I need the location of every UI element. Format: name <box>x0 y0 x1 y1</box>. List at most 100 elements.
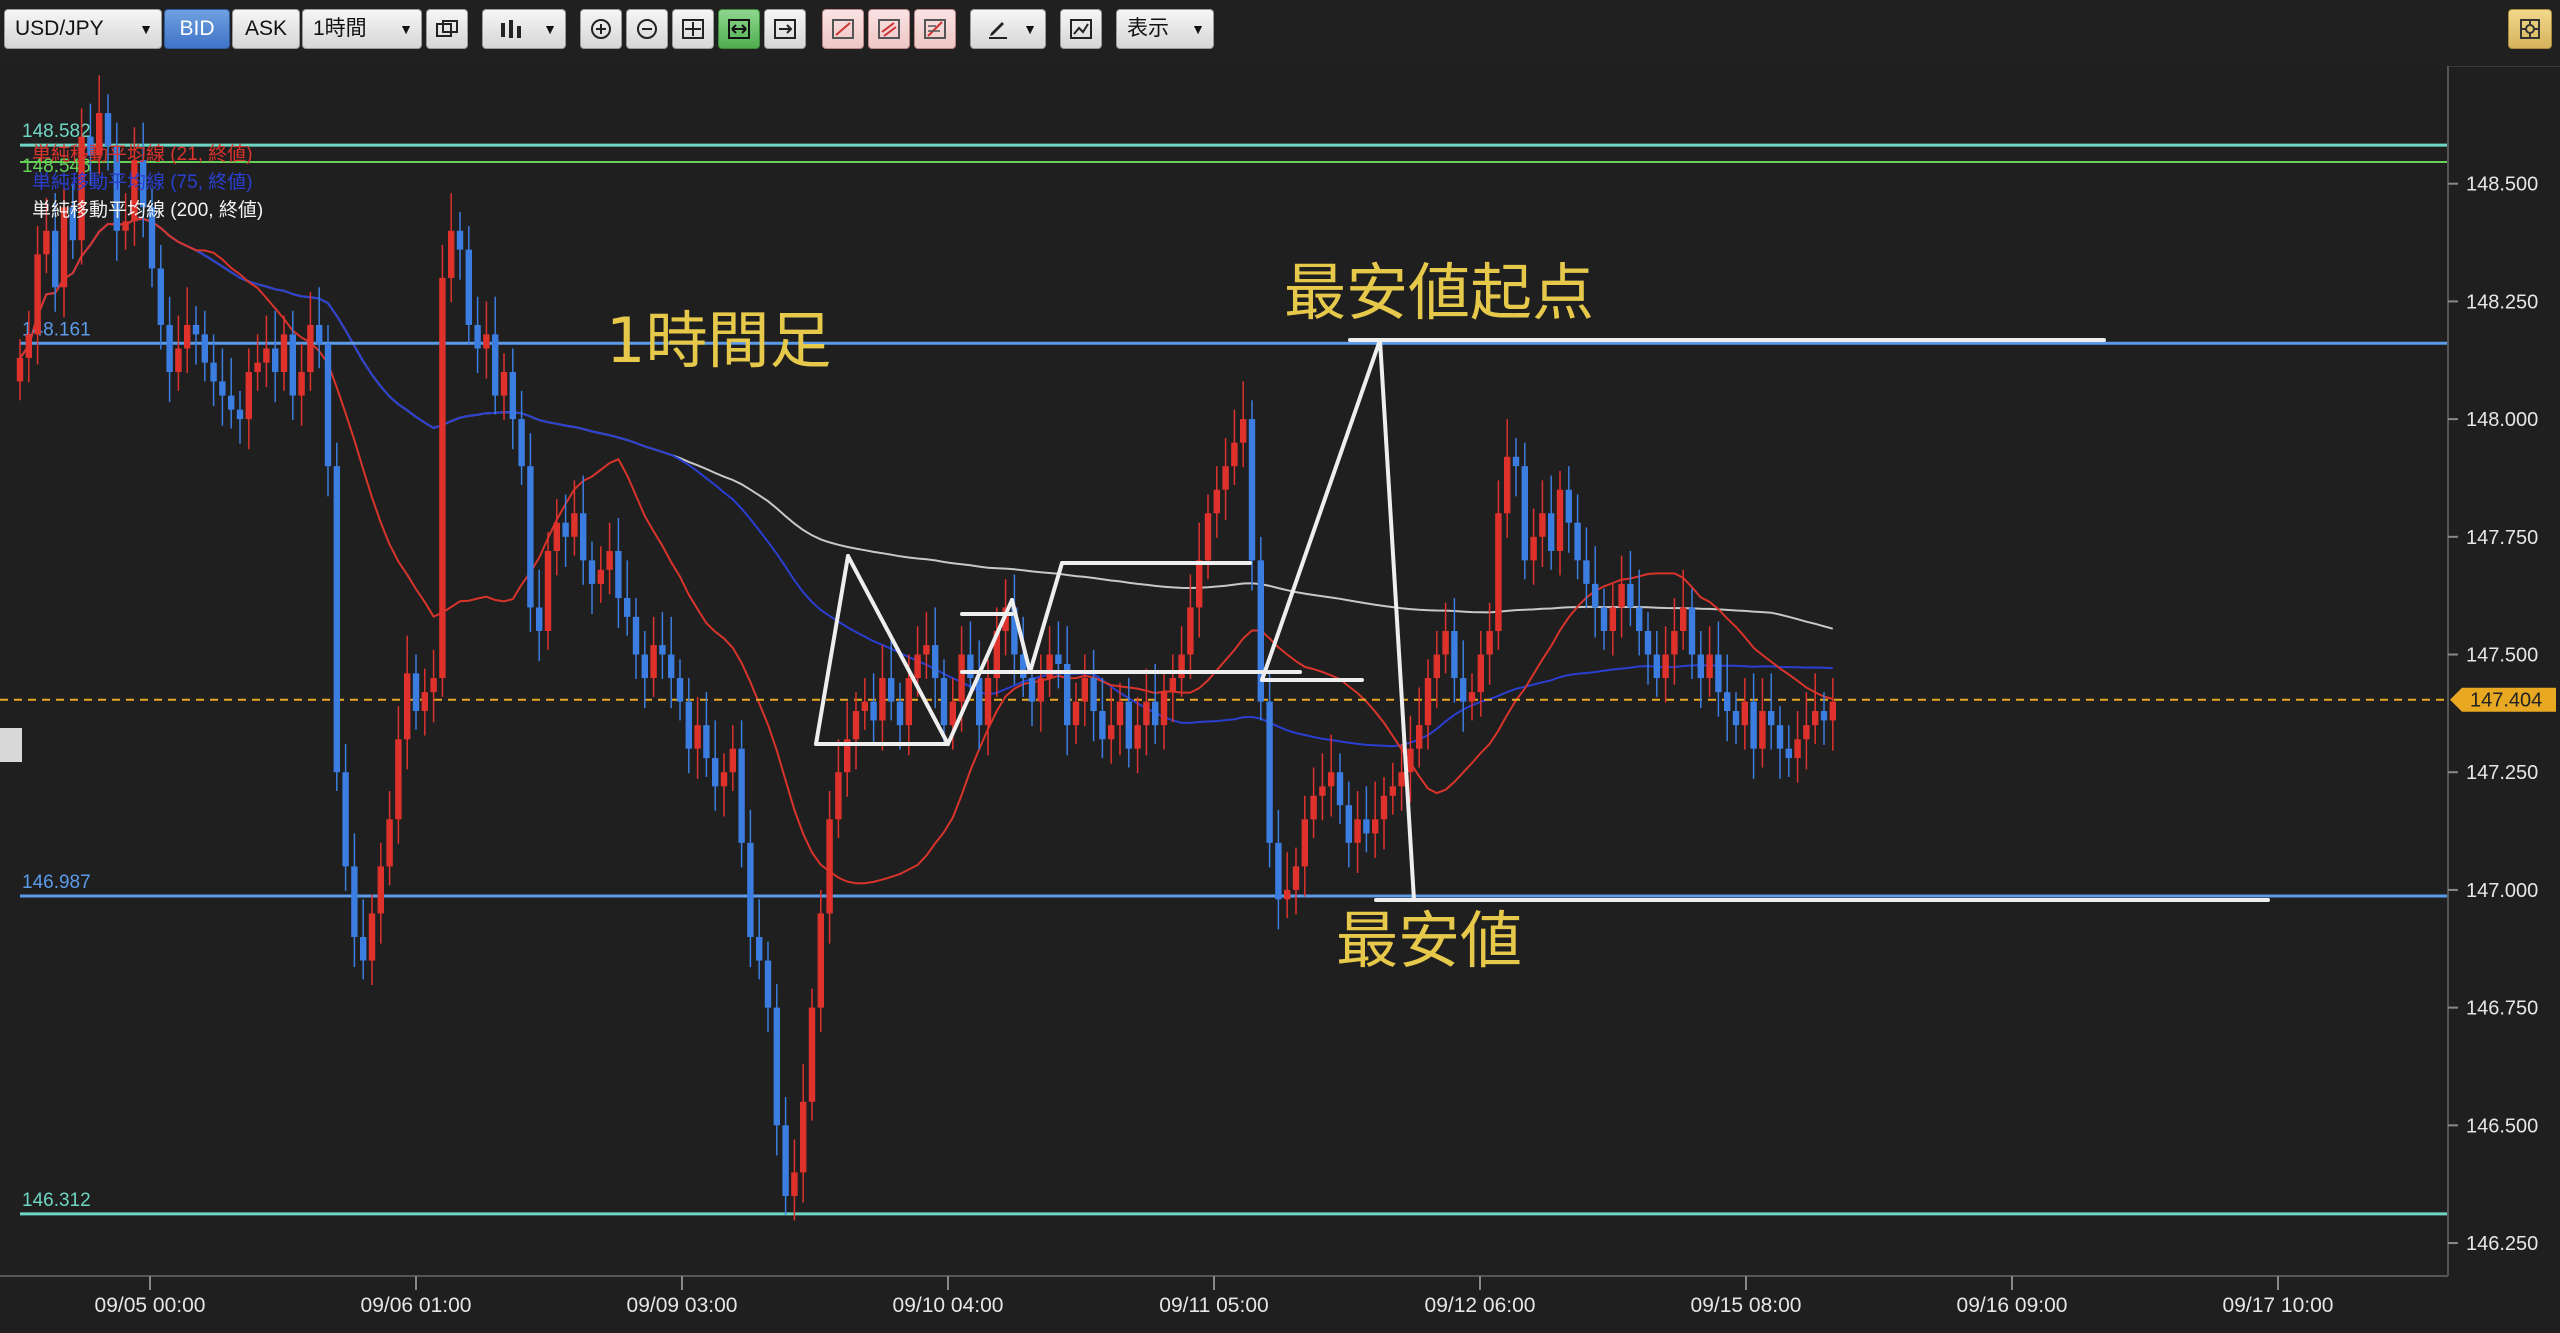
candle-body <box>1556 489 1564 551</box>
candle-body <box>1451 630 1458 679</box>
candle-body <box>1363 819 1370 834</box>
candle-body <box>1116 701 1124 726</box>
candle-body <box>650 645 657 679</box>
candle-body <box>976 678 983 726</box>
candle-body <box>773 1007 780 1126</box>
candle-body <box>1609 607 1616 631</box>
candle-body <box>949 701 956 726</box>
candle-body <box>632 616 640 655</box>
candle-body <box>914 654 921 679</box>
candle-body <box>861 701 868 712</box>
candle-body <box>879 678 886 721</box>
candle-body <box>791 1172 798 1196</box>
candle-body <box>1398 772 1405 787</box>
time-tick-label: 09/15 08:00 <box>1691 1294 1802 1317</box>
candle-body <box>1512 456 1520 467</box>
time-tick-label: 09/09 03:00 <box>627 1294 738 1317</box>
candle-body <box>465 249 472 325</box>
candle-body <box>1310 795 1317 820</box>
candle-body <box>456 230 464 250</box>
time-tick-label: 09/11 05:00 <box>1159 1294 1268 1317</box>
candle-body <box>1204 513 1212 561</box>
time-tick-label: 09/17 10:00 <box>2223 1294 2334 1317</box>
candle-body <box>896 701 904 726</box>
candle-body <box>421 692 428 712</box>
candle-body <box>527 466 534 608</box>
left-scroll-handle[interactable] <box>0 728 22 762</box>
candle-body <box>553 522 560 551</box>
candle-body <box>351 866 358 938</box>
candle-body <box>1662 654 1669 679</box>
candle-body <box>1724 692 1731 712</box>
candle-body <box>597 569 604 584</box>
candle-body <box>624 598 631 617</box>
candle-body <box>738 748 745 843</box>
candle-body <box>940 678 948 726</box>
candle-body <box>157 268 164 325</box>
candle-body <box>764 960 772 1008</box>
candle-body <box>474 324 481 349</box>
candle-body <box>228 395 235 410</box>
candle-body <box>1592 583 1599 608</box>
candle-body <box>1222 466 1229 490</box>
candle-body <box>1477 654 1484 693</box>
candle-body <box>641 654 648 679</box>
candle-body <box>668 654 675 679</box>
candle-body <box>1600 607 1608 631</box>
candle-body <box>826 819 833 914</box>
candle-body <box>104 113 112 147</box>
horizontal-line-label: 146.312 <box>22 1190 91 1211</box>
candle-body <box>1486 630 1493 655</box>
chart-annotation: 1時間足 <box>606 304 831 377</box>
candle-body <box>34 254 41 335</box>
candle-body <box>1055 654 1062 664</box>
candle-body <box>254 362 261 373</box>
price-tick-label: 148.000 <box>2466 409 2538 431</box>
candle-body <box>1750 701 1757 749</box>
candle-body <box>333 466 340 773</box>
candle-body <box>368 913 376 961</box>
legend-entry: 単純移動平均線 (21, 終値) <box>32 143 253 165</box>
candle-body <box>518 419 525 467</box>
candle-body <box>615 550 622 599</box>
candle-body <box>817 913 824 1008</box>
candle-body <box>1292 866 1300 890</box>
candle-body <box>544 550 552 631</box>
candle-body <box>1671 630 1678 655</box>
candle-body <box>492 334 499 396</box>
candle-body <box>219 381 226 396</box>
candle-body <box>184 324 191 349</box>
candle-body <box>1565 489 1572 523</box>
candle-body <box>1697 654 1704 679</box>
candle-body <box>1759 711 1766 749</box>
candle-body <box>175 348 182 373</box>
legend-entry: 単純移動平均線 (75, 終値) <box>32 171 253 193</box>
candle-body <box>870 701 877 721</box>
time-tick-label: 09/05 00:00 <box>95 1294 206 1317</box>
candle-body <box>580 513 587 561</box>
candle-body <box>1275 842 1282 900</box>
candle-body <box>958 654 965 702</box>
candle-body <box>360 937 367 961</box>
price-tick-label: 147.000 <box>2466 880 2538 902</box>
candle-body <box>756 937 763 961</box>
candle-body <box>852 711 860 740</box>
candle-body <box>1301 819 1308 867</box>
candle-body <box>712 758 719 787</box>
time-tick-label: 09/06 01:00 <box>361 1294 472 1317</box>
candle-body <box>289 334 296 396</box>
candle-body <box>800 1101 807 1173</box>
candle-body <box>280 334 288 373</box>
horizontal-line-label: 148.161 <box>22 319 91 340</box>
candle-body <box>1178 654 1185 679</box>
price-tick-label: 148.250 <box>2466 291 2538 313</box>
candle-body <box>316 324 323 344</box>
legend: 単純移動平均線 (21, 終値) 単純移動平均線 (75, 終値) 単純移動平均線 … <box>32 143 263 221</box>
candle-body <box>1037 678 1044 702</box>
candle-body <box>1583 560 1590 584</box>
candle-body <box>659 645 666 655</box>
candle-body <box>1768 711 1775 726</box>
candle-body <box>307 324 314 373</box>
price-tick-label: 147.750 <box>2466 527 2538 549</box>
candle-body <box>1680 607 1687 631</box>
